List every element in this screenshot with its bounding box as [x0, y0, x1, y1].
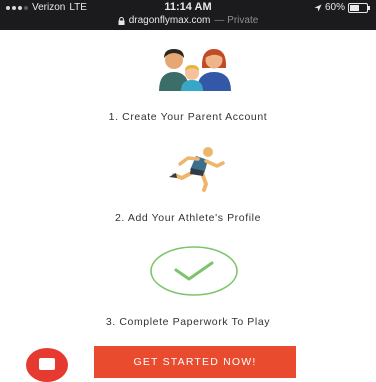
step-1-label: 1. Create Your Parent Account: [108, 111, 268, 123]
battery-info: 60%: [314, 2, 370, 13]
step-3-label: 3. Complete Paperwork To Play: [105, 316, 271, 328]
step-2-label: 2. Add Your Athlete's Profile: [114, 212, 262, 224]
chat-button[interactable]: [26, 348, 68, 382]
checkmark-circle-icon: [149, 245, 239, 297]
location-icon: [314, 4, 322, 11]
family-icon: [154, 44, 234, 92]
address-bar[interactable]: dragonflymax.com — Private: [0, 15, 376, 26]
url-text: dragonflymax.com: [128, 15, 211, 26]
battery-percent: 60%: [324, 2, 345, 13]
lock-icon: [118, 16, 125, 25]
status-bar: Verizon LTE 11:14 AM dragonflymax.com — …: [0, 0, 376, 30]
battery-icon: [348, 2, 370, 13]
runner-icon: [160, 144, 230, 194]
get-started-button[interactable]: GET STARTED NOW!: [94, 346, 296, 378]
chat-icon: [39, 358, 55, 370]
private-mode-label: — Private: [214, 15, 259, 26]
